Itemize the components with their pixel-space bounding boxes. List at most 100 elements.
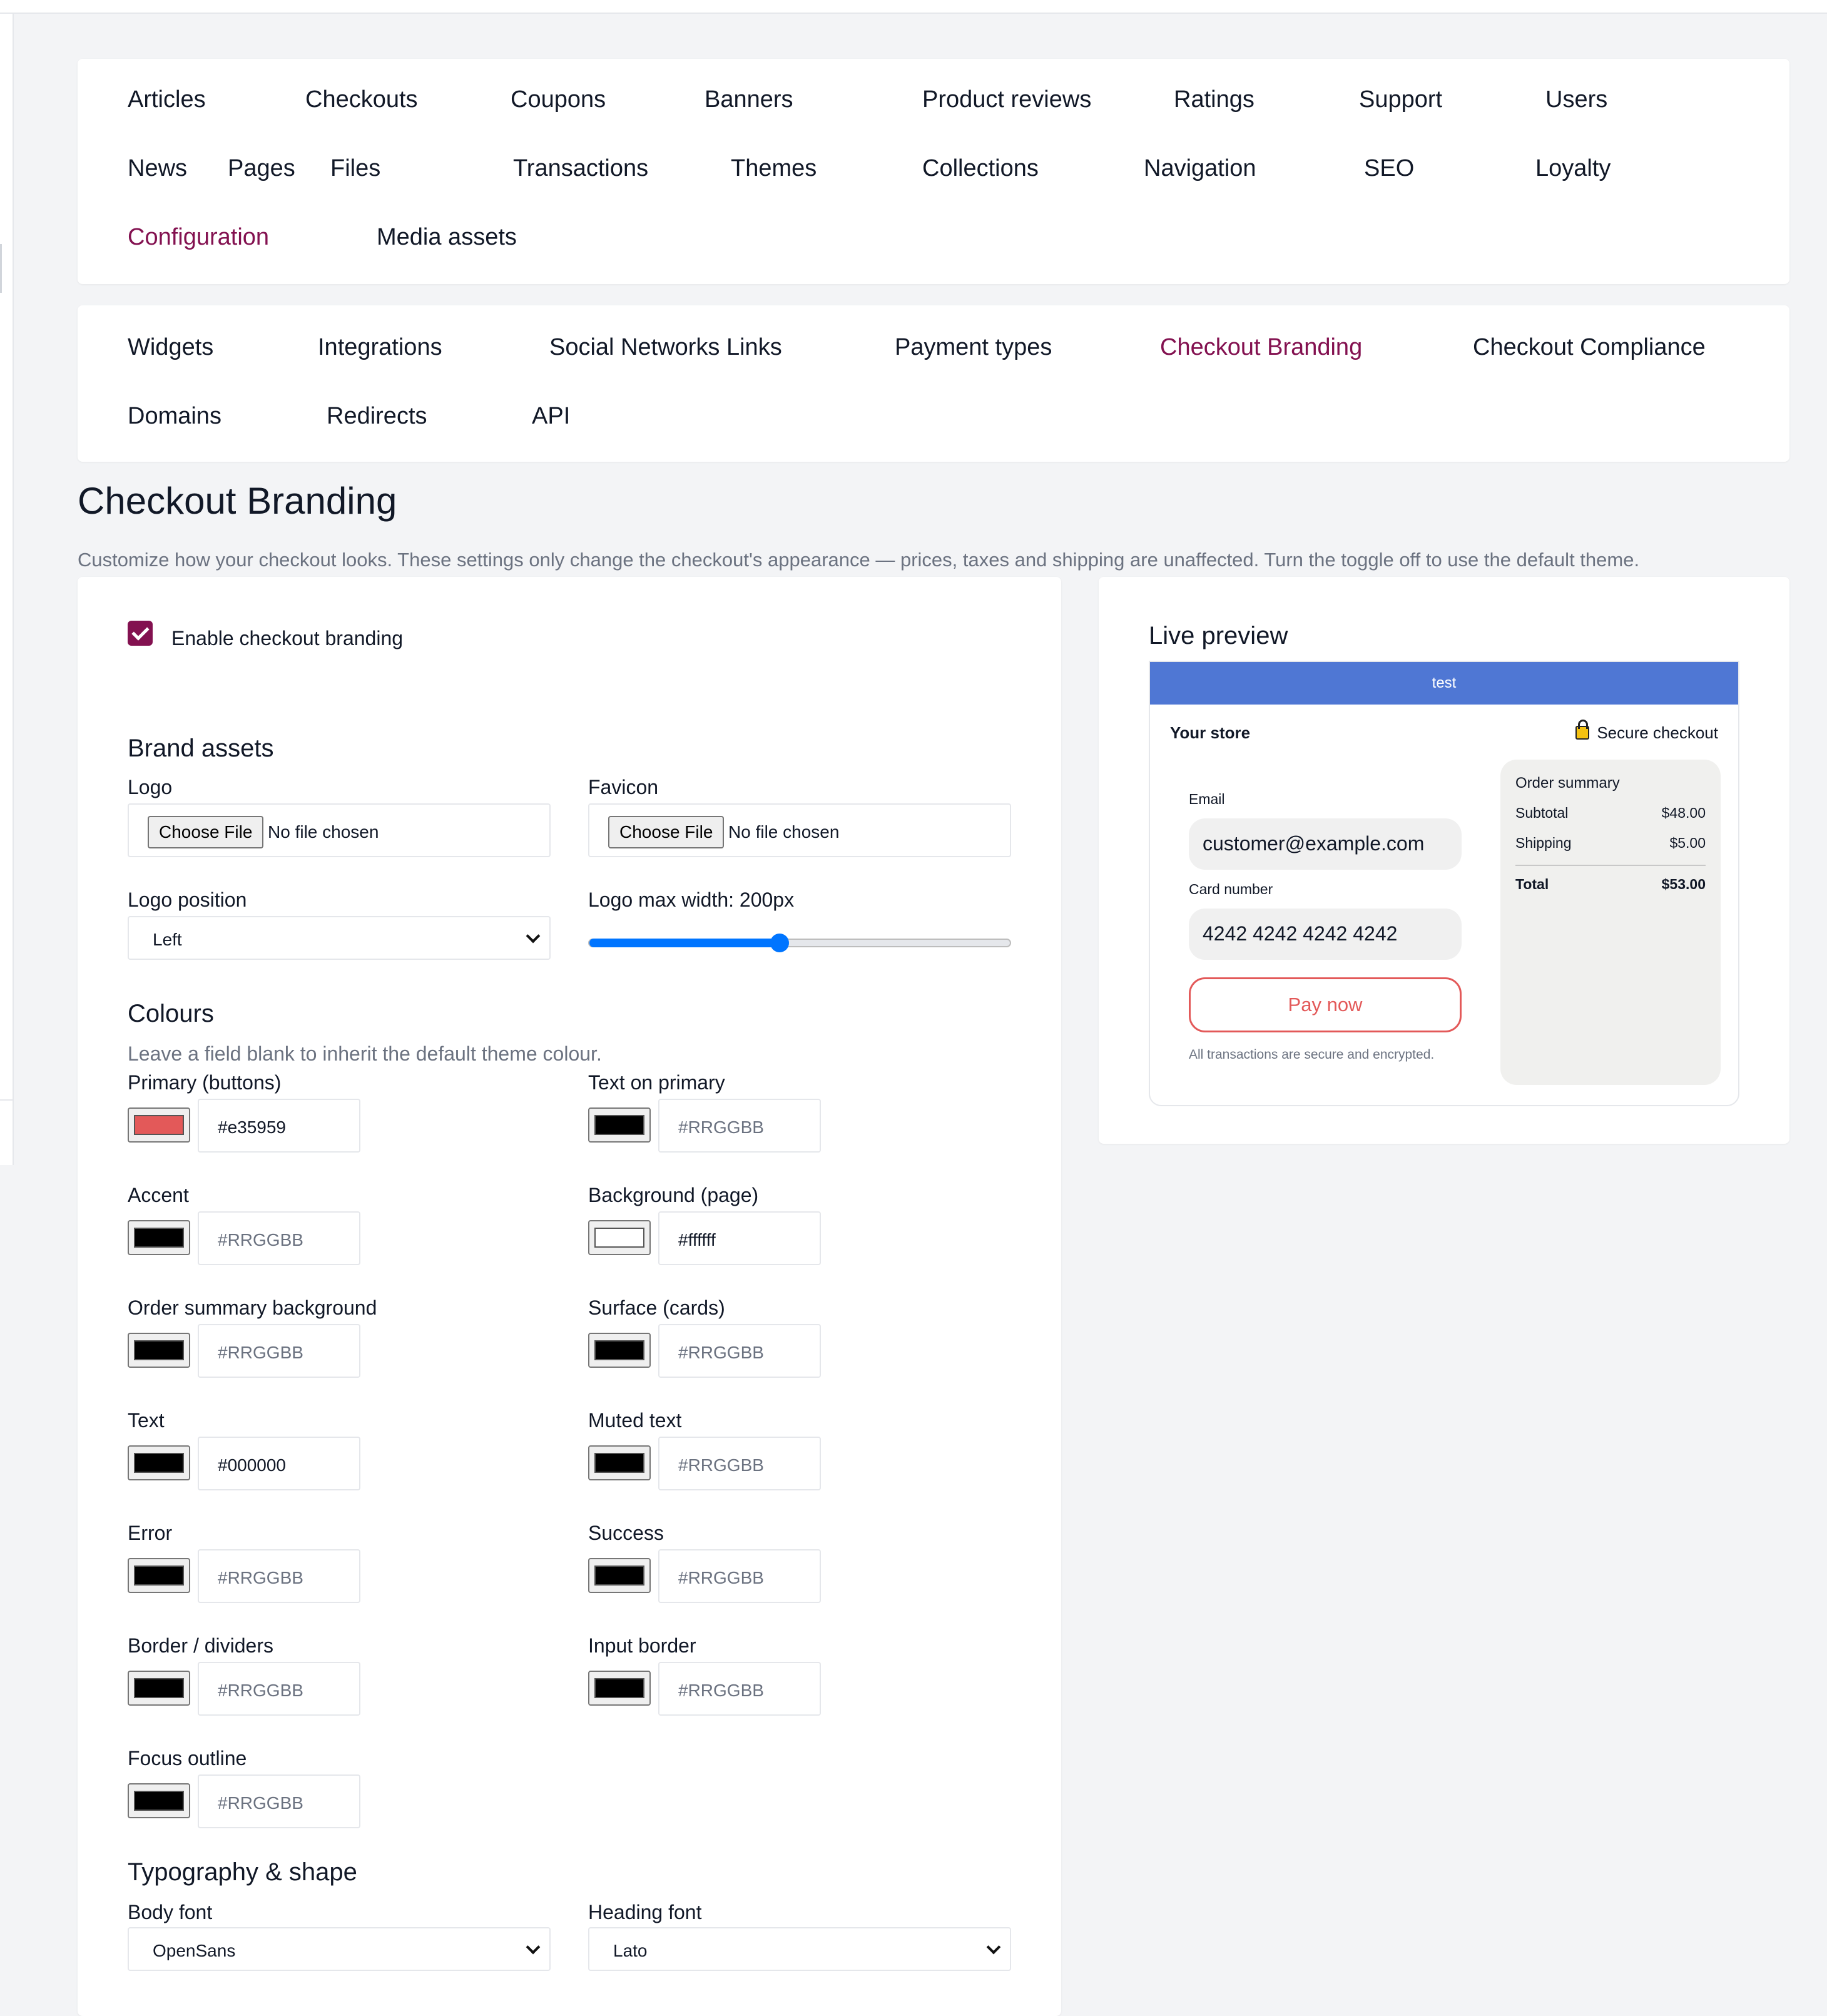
colour-swatch-surface-cards[interactable]	[588, 1333, 651, 1368]
colour-label-surface-cards: Surface (cards)	[588, 1296, 725, 1319]
summary-row-shipping: Shipping $5.00	[1515, 835, 1706, 852]
logo-position-label: Logo position	[128, 888, 247, 911]
total-label: Total	[1515, 876, 1549, 892]
shipping-label: Shipping	[1515, 835, 1572, 851]
colour-swatch-accent[interactable]	[128, 1220, 190, 1255]
subnav-item-checkout-compliance[interactable]: Checkout Compliance	[1473, 334, 1706, 361]
subnav-item-social-networks-links[interactable]: Social Networks Links	[549, 334, 782, 361]
colour-hex-input-error[interactable]: #RRGGBB	[198, 1549, 360, 1603]
body-font-select[interactable]: OpenSans	[128, 1927, 551, 1971]
summary-row-total: Total $53.00	[1515, 876, 1706, 893]
colour-hex-input-primary-buttons[interactable]: #e35959	[198, 1099, 360, 1153]
colour-hex-input-input-border[interactable]: #RRGGBB	[658, 1662, 821, 1716]
hex-placeholder: #RRGGBB	[678, 1343, 764, 1362]
subnav-item-checkout-branding[interactable]: Checkout Branding	[1160, 334, 1362, 361]
favicon-choose-file-button[interactable]: Choose File	[608, 816, 725, 848]
nav-item-banners[interactable]: Banners	[705, 86, 793, 113]
colour-swatch-focus-outline[interactable]	[128, 1783, 190, 1818]
lock-icon	[1575, 720, 1590, 740]
hex-placeholder: #RRGGBB	[678, 1681, 764, 1700]
logo-max-width-slider[interactable]	[588, 934, 1011, 952]
nav-item-news[interactable]: News	[128, 155, 187, 182]
colour-hex-input-border-dividers[interactable]: #RRGGBB	[198, 1662, 360, 1716]
preview-card-label: Card number	[1189, 881, 1273, 897]
nav-item-articles[interactable]: Articles	[128, 86, 206, 113]
swatch-colour	[134, 1565, 184, 1586]
colour-swatch-muted-text[interactable]	[588, 1445, 651, 1480]
page-description: Customize how your checkout looks. These…	[78, 549, 1640, 571]
preview-secure-note: All transactions are secure and encrypte…	[1189, 1047, 1435, 1062]
colour-hex-input-order-summary-background[interactable]: #RRGGBB	[198, 1324, 360, 1378]
preview-card-input[interactable]: 4242 4242 4242 4242	[1189, 909, 1462, 960]
preview-secure-text: Secure checkout	[1597, 723, 1718, 742]
main-nav-card: Articles Checkouts Coupons Banners Product r…	[78, 59, 1789, 284]
colour-hex-input-focus-outline[interactable]: #RRGGBB	[198, 1774, 360, 1828]
nav-item-loyalty[interactable]: Loyalty	[1535, 155, 1611, 182]
colour-hex-input-text[interactable]: #000000	[198, 1437, 360, 1490]
subnav-item-domains[interactable]: Domains	[128, 403, 221, 430]
nav-item-navigation[interactable]: Navigation	[1144, 155, 1256, 182]
slider-thumb[interactable]	[770, 934, 790, 952]
colour-label-order-summary-background: Order summary background	[128, 1296, 377, 1319]
colour-swatch-border-dividers[interactable]	[128, 1671, 190, 1706]
nav-item-ratings[interactable]: Ratings	[1174, 86, 1254, 113]
preview-pay-button[interactable]: Pay now	[1189, 977, 1462, 1032]
colour-swatch-text[interactable]	[128, 1445, 190, 1480]
nav-item-configuration[interactable]: Configuration	[128, 224, 269, 251]
colour-swatch-error[interactable]	[128, 1558, 190, 1593]
colour-label-primary-buttons: Primary (buttons)	[128, 1071, 282, 1094]
swatch-colour	[594, 1340, 644, 1360]
subnav-item-api[interactable]: API	[532, 403, 570, 430]
hex-placeholder: #RRGGBB	[218, 1230, 303, 1250]
nav-item-files[interactable]: Files	[330, 155, 380, 182]
heading-font-label: Heading font	[588, 1901, 702, 1923]
colour-hex-input-surface-cards[interactable]: #RRGGBB	[658, 1324, 821, 1378]
nav-item-product-reviews[interactable]: Product reviews	[922, 86, 1091, 113]
order-summary-title: Order summary	[1515, 775, 1620, 792]
nav-item-collections[interactable]: Collections	[922, 155, 1039, 182]
hex-placeholder: #RRGGBB	[678, 1568, 764, 1587]
summary-divider	[1515, 865, 1706, 866]
subnav-item-widgets[interactable]: Widgets	[128, 334, 213, 361]
colour-swatch-success[interactable]	[588, 1558, 651, 1593]
subnav-item-redirects[interactable]: Redirects	[327, 403, 427, 430]
logo-position-select[interactable]: Left	[128, 916, 551, 960]
nav-item-transactions[interactable]: Transactions	[513, 155, 648, 182]
logo-file-input[interactable]: Choose File No file chosen	[128, 803, 551, 857]
colour-hex-input-background-page[interactable]: #ffffff	[658, 1211, 821, 1265]
swatch-colour	[134, 1340, 184, 1360]
colours-help-text: Leave a field blank to inherit the defau…	[128, 1042, 602, 1065]
colour-swatch-primary-buttons[interactable]	[128, 1107, 190, 1143]
preview-email-label: Email	[1189, 791, 1225, 807]
chevron-down-icon	[986, 1940, 1001, 1955]
hex-value: #000000	[218, 1455, 287, 1475]
logo-file-status: No file chosen	[268, 822, 379, 842]
colour-swatch-input-border[interactable]	[588, 1671, 651, 1706]
favicon-file-input[interactable]: Choose File No file chosen	[588, 803, 1011, 857]
nav-item-seo[interactable]: SEO	[1364, 155, 1414, 182]
colour-swatch-background-page[interactable]	[588, 1220, 651, 1255]
nav-item-users[interactable]: Users	[1545, 86, 1607, 113]
colour-swatch-order-summary-background[interactable]	[128, 1333, 190, 1368]
colour-label-border-dividers: Border / dividers	[128, 1634, 273, 1657]
nav-item-coupons[interactable]: Coupons	[511, 86, 606, 113]
nav-item-themes[interactable]: Themes	[731, 155, 817, 182]
colour-hex-input-muted-text[interactable]: #RRGGBB	[658, 1437, 821, 1490]
subnav-item-payment-types[interactable]: Payment types	[895, 334, 1052, 361]
colour-swatch-text-on-primary[interactable]	[588, 1107, 651, 1143]
colour-label-background-page: Background (page)	[588, 1184, 759, 1206]
colour-hex-input-accent[interactable]: #RRGGBB	[198, 1211, 360, 1265]
nav-item-media-assets[interactable]: Media assets	[377, 224, 517, 251]
preview-email-input[interactable]: customer@example.com	[1189, 818, 1462, 870]
logo-choose-file-button[interactable]: Choose File	[148, 816, 264, 848]
heading-font-select[interactable]: Lato	[588, 1927, 1011, 1971]
enable-branding-checkbox[interactable]	[128, 621, 153, 646]
nav-item-support[interactable]: Support	[1359, 86, 1442, 113]
colour-hex-input-success[interactable]: #RRGGBB	[658, 1549, 821, 1603]
hex-placeholder: #RRGGBB	[218, 1568, 303, 1587]
colour-hex-input-text-on-primary[interactable]: #RRGGBB	[658, 1099, 821, 1153]
nav-item-checkouts[interactable]: Checkouts	[305, 86, 418, 113]
nav-item-pages[interactable]: Pages	[228, 155, 295, 182]
subnav-item-integrations[interactable]: Integrations	[318, 334, 442, 361]
chevron-down-icon	[526, 929, 541, 944]
